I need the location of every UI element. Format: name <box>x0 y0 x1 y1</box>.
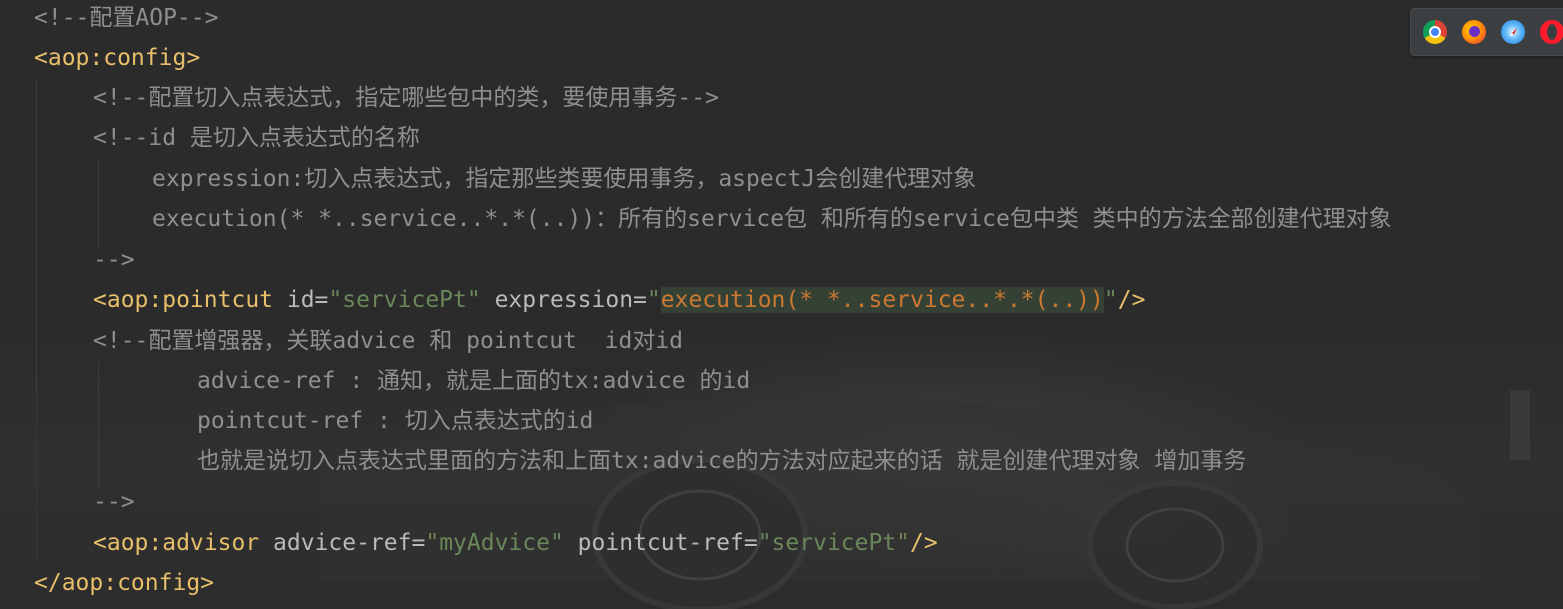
code-line-10[interactable]: advice-ref : 通知，就是上面的tx:advice 的id <box>197 361 750 401</box>
code-line-2[interactable]: <aop:config> <box>34 38 200 78</box>
code-token: 也就是说切入点表达式里面的方法和上面tx:advice的方法对应起来的话 就是创… <box>197 448 1247 474</box>
code-token: <!--配置切入点表达式，指定哪些包中的类，要使用事务--> <box>93 85 719 111</box>
code-line-15[interactable]: </aop:config> <box>34 563 214 603</box>
firefox-icon[interactable] <box>1462 20 1486 44</box>
code-token: /> <box>910 530 938 556</box>
code-token: advice-ref= <box>259 530 426 556</box>
code-line-4[interactable]: <!--id 是切入点表达式的名称 <box>93 118 420 158</box>
code-token: --> <box>93 247 135 273</box>
code-token: pointcut-ref : 切入点表达式的id <box>197 408 594 434</box>
code-line-8[interactable]: <aop:pointcut id="servicePt" expression=… <box>93 280 1145 320</box>
code-token: expression:切入点表达式，指定那些类要使用事务，aspectJ会创建代… <box>152 166 977 192</box>
code-token: "servicePt" <box>328 287 481 313</box>
browser-preview-toolbar <box>1410 8 1563 56</box>
code-line-6[interactable]: execution(* *..service..*.*(..))：所有的serv… <box>152 199 1392 239</box>
code-token: execution(* *..service..*.*(..))：所有的serv… <box>152 206 1392 232</box>
code-token: expression= <box>480 287 647 313</box>
code-token: execution(* *..service..*.*(..)) <box>660 287 1104 313</box>
code-line-12[interactable]: 也就是说切入点表达式里面的方法和上面tx:advice的方法对应起来的话 就是创… <box>197 441 1246 481</box>
code-token: id= <box>273 287 329 313</box>
code-token: <!--配置AOP--> <box>34 5 219 31</box>
chrome-icon[interactable] <box>1423 20 1447 44</box>
code-token: <aop:config> <box>34 45 201 71</box>
code-line-5[interactable]: expression:切入点表达式，指定那些类要使用事务，aspectJ会创建代… <box>152 159 976 199</box>
indent-guide <box>36 80 37 562</box>
code-token: <aop:pointcut <box>93 287 274 313</box>
code-editor[interactable]: <!--配置AOP--> <aop:config> <!--配置切入点表达式，指… <box>0 0 1563 609</box>
indent-guide <box>98 362 99 492</box>
code-token: "servicePt" <box>757 530 911 556</box>
code-line-14[interactable]: <aop:advisor advice-ref="myAdvice" point… <box>93 523 938 563</box>
code-token: <!--id 是切入点表达式的名称 <box>93 125 420 151</box>
code-line-3[interactable]: <!--配置切入点表达式，指定哪些包中的类，要使用事务--> <box>93 78 719 118</box>
code-token: /> <box>1117 287 1146 313</box>
code-line-7[interactable]: --> <box>93 240 135 280</box>
code-token: " <box>1103 287 1118 313</box>
code-line-13[interactable]: --> <box>93 482 135 522</box>
opera-icon[interactable] <box>1540 20 1563 44</box>
code-line-11[interactable]: pointcut-ref : 切入点表达式的id <box>197 401 593 441</box>
safari-icon[interactable] <box>1501 20 1525 44</box>
code-token: pointcut-ref= <box>563 530 758 556</box>
code-token: advice-ref : 通知，就是上面的tx:advice 的id <box>197 368 751 394</box>
code-line-9[interactable]: <!--配置增强器，关联advice 和 pointcut id对id <box>93 321 683 361</box>
code-token: --> <box>93 489 135 515</box>
code-line-1[interactable]: <!--配置AOP--> <box>34 0 218 38</box>
code-token: <!--配置增强器，关联advice 和 pointcut id对id <box>93 328 684 354</box>
code-token: </aop:config> <box>34 570 215 596</box>
code-token: <aop:advisor <box>93 530 260 556</box>
code-token: " <box>646 287 661 313</box>
code-token: "myAdvice" <box>425 530 564 556</box>
indent-guide <box>98 160 99 250</box>
